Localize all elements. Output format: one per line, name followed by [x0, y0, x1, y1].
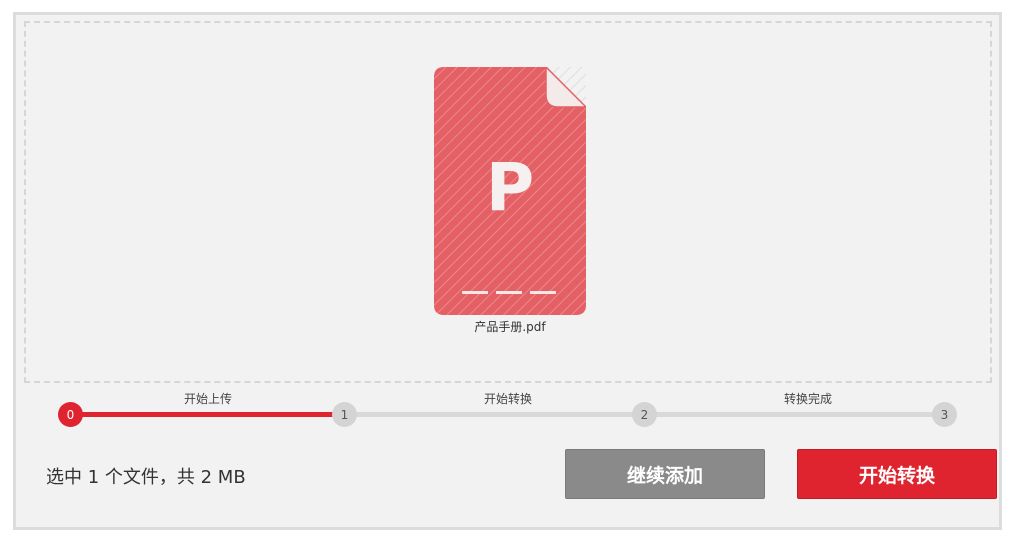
step-label-convert: 开始转换	[483, 392, 532, 406]
step-number: 3	[940, 407, 949, 422]
step-number: 2	[640, 407, 649, 422]
file-type-letter: P	[485, 149, 535, 226]
file-drop-zone[interactable]: P 产品手册.pdf	[24, 21, 992, 383]
step-node-0: 0	[58, 402, 83, 427]
progress-track-filled	[70, 412, 346, 417]
step-node-3: 3	[932, 402, 957, 427]
file-card[interactable]: P 产品手册.pdf	[434, 67, 586, 334]
step-label-upload: 开始上传	[183, 392, 232, 406]
add-more-button[interactable]: 继续添加	[565, 449, 765, 499]
step-label-done: 转换完成	[783, 392, 832, 406]
conversion-progress: 0 1 2 3 开始上传 开始转换 转换完成	[16, 387, 999, 437]
file-name: 产品手册.pdf	[474, 320, 546, 334]
converter-panel: P 产品手册.pdf 0 1 2 3 开始上传 开始转换 转换完成 选中 1 个…	[13, 12, 1002, 530]
step-node-1: 1	[332, 402, 357, 427]
step-number: 0	[66, 407, 75, 422]
step-node-2: 2	[632, 402, 657, 427]
start-convert-button[interactable]: 开始转换	[797, 449, 997, 499]
selection-summary: 选中 1 个文件，共 2 MB	[46, 467, 246, 488]
step-number: 1	[340, 407, 349, 422]
